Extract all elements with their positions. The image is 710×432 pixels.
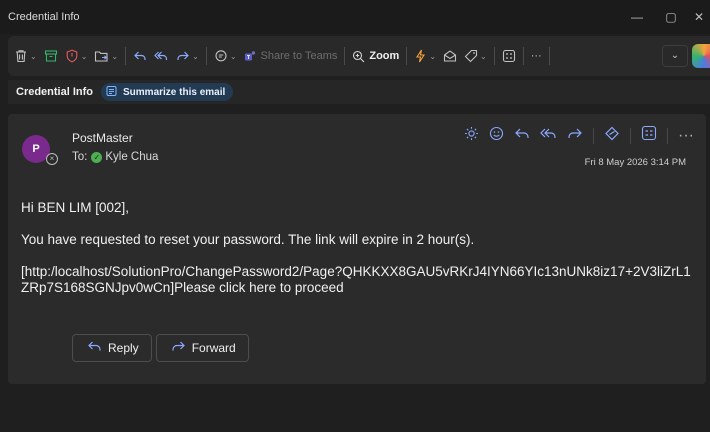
- zoom-icon: [352, 50, 365, 63]
- smiley-icon: [489, 126, 504, 146]
- zoom-button[interactable]: Zoom: [352, 44, 399, 68]
- actions-separator: [593, 127, 595, 144]
- trash-icon: [14, 49, 28, 63]
- actions-separator: [667, 127, 669, 144]
- toolbar-separator: [548, 47, 550, 65]
- reply-action-button[interactable]: [514, 126, 530, 146]
- apps-action-button[interactable]: [641, 125, 657, 146]
- folder-move-icon: [94, 49, 109, 63]
- email-subject: Credential Info: [16, 86, 94, 98]
- toolbar-separator: [406, 47, 408, 65]
- summarize-label: Summarize this email: [123, 86, 226, 98]
- toolbar-separator: [493, 47, 495, 65]
- more-icon: ···: [530, 50, 542, 62]
- reply-all-icon: [540, 126, 557, 146]
- share-to-teams-button[interactable]: Share to Teams: [244, 44, 338, 68]
- forward-toolbar-button[interactable]: ⌄: [176, 44, 199, 68]
- zoom-label: Zoom: [369, 50, 400, 62]
- reply-forward-buttons: Reply Forward: [72, 334, 253, 362]
- window-title: Credential Info: [8, 11, 80, 23]
- archive-button[interactable]: [44, 44, 58, 68]
- meeting-reply-button[interactable]: ⌄: [214, 44, 237, 68]
- reset-link-text[interactable]: [http:/localhost/SolutionPro/ChangePassw…: [21, 264, 691, 296]
- loop-icon: [604, 126, 620, 146]
- chevron-down-icon: ⌄: [30, 51, 37, 61]
- chevron-down-icon: ⌄: [480, 51, 487, 61]
- recipient-line: To: ✓ Kyle Chua: [72, 151, 158, 163]
- delete-button[interactable]: ⌄: [14, 44, 37, 68]
- ribbon-expand-button[interactable]: ⌄: [662, 45, 688, 67]
- forward-icon: [171, 340, 186, 356]
- to-label: To:: [72, 151, 88, 163]
- tag-icon: [464, 49, 478, 63]
- reply-all-icon: [154, 49, 169, 63]
- toolbar-separator: [205, 47, 207, 65]
- shield-icon: [65, 49, 79, 63]
- message-date: Fri 8 May 2026 3:14 PM: [584, 157, 686, 168]
- greeting-text: Hi BEN LIM [002],: [21, 200, 130, 215]
- forward-button[interactable]: Forward: [155, 334, 249, 362]
- minimize-button[interactable]: —: [620, 10, 654, 24]
- ribbon-toolbar: ⌄ ⌄ ⌄ ⌄ ⌄ Share to Teams Zoom ⌄ ⌄ ··· ⌄: [8, 36, 710, 76]
- reply-icon: [133, 49, 147, 63]
- chevron-down-icon: ⌄: [80, 51, 88, 61]
- more-options-button[interactable]: ···: [531, 44, 542, 68]
- report-button[interactable]: ⌄: [65, 44, 88, 68]
- window-controls: — ▢ ✕: [620, 0, 710, 34]
- teams-icon: [244, 50, 257, 63]
- body-paragraph: You have requested to reset your passwor…: [21, 232, 475, 247]
- reply-all-action-button[interactable]: [540, 126, 557, 146]
- chat-icon: [214, 49, 228, 63]
- copilot-icon[interactable]: [692, 44, 710, 68]
- message-card: P × PostMaster To: ✓ Kyle Chua ··· Fri 8…: [8, 114, 706, 384]
- toolbar-separator: [125, 47, 127, 65]
- mark-read-button[interactable]: [443, 44, 457, 68]
- message-actions: ···: [464, 125, 694, 146]
- close-button[interactable]: ✕: [688, 10, 710, 24]
- archive-icon: [44, 49, 58, 63]
- summarize-button[interactable]: Summarize this email: [101, 83, 234, 101]
- lightning-icon: [414, 49, 427, 63]
- more-actions-button[interactable]: ···: [678, 127, 694, 145]
- reply-button[interactable]: Reply: [72, 334, 152, 362]
- sun-icon: [464, 126, 479, 146]
- message-body: Hi BEN LIM [002], You have requested to …: [21, 200, 691, 296]
- chevron-down-icon: ⌄: [111, 51, 119, 61]
- flag-button[interactable]: ⌄: [414, 44, 436, 68]
- title-bar: Credential Info — ▢ ✕: [0, 0, 710, 34]
- grid-icon: [641, 125, 657, 146]
- actions-separator: [630, 127, 632, 144]
- maximize-button[interactable]: ▢: [654, 10, 688, 24]
- share-to-teams-label: Share to Teams: [260, 50, 338, 62]
- chevron-down-icon: ⌄: [192, 51, 199, 61]
- grid-icon: [502, 49, 516, 63]
- react-button[interactable]: [489, 126, 504, 146]
- toolbar-separator: [344, 47, 346, 65]
- chevron-down-icon: ⌄: [229, 51, 237, 61]
- reply-icon: [514, 126, 530, 146]
- toolbar-separator: [522, 47, 524, 65]
- forward-icon: [176, 49, 190, 63]
- available-status-icon: ✓: [91, 151, 103, 163]
- reply-icon: [87, 340, 102, 356]
- summarize-icon: [106, 85, 118, 100]
- brightness-button[interactable]: [464, 126, 479, 146]
- recipient-name[interactable]: Kyle Chua: [105, 151, 158, 163]
- chevron-down-icon: ⌄: [429, 51, 437, 61]
- reply-label: Reply: [108, 341, 139, 355]
- loop-button[interactable]: [604, 126, 620, 146]
- sender-name[interactable]: PostMaster: [72, 131, 133, 145]
- move-button[interactable]: ⌄: [94, 44, 118, 68]
- forward-icon: [567, 126, 583, 146]
- subject-bar: Credential Info Summarize this email: [8, 80, 710, 104]
- reply-all-toolbar-button[interactable]: [154, 44, 169, 68]
- forward-label: Forward: [191, 341, 236, 355]
- apps-button[interactable]: [502, 44, 516, 68]
- forward-action-button[interactable]: [567, 126, 583, 146]
- categorize-button[interactable]: ⌄: [464, 44, 487, 68]
- envelope-open-icon: [443, 49, 457, 63]
- reply-toolbar-button[interactable]: [133, 44, 147, 68]
- presence-unknown-icon: ×: [46, 153, 58, 165]
